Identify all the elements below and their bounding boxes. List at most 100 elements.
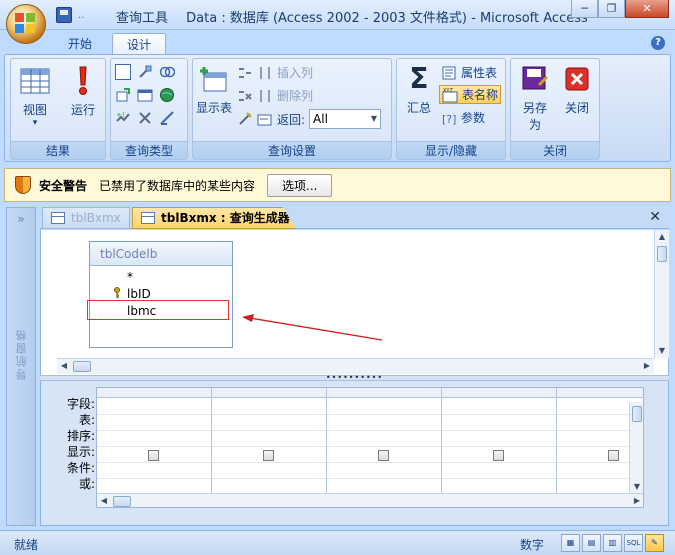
close-window-button[interactable]: ✕ xyxy=(625,0,669,18)
expand-nav-icon[interactable]: » xyxy=(7,212,35,226)
show-checkbox[interactable] xyxy=(378,450,389,461)
grid-cell-show[interactable] xyxy=(212,447,326,463)
grid-cell-criteria[interactable] xyxy=(97,463,211,479)
column-selector[interactable] xyxy=(212,388,326,398)
pivottable-view-icon[interactable]: ▤ xyxy=(582,534,601,552)
data-definition-icon[interactable] xyxy=(159,110,175,126)
sql-view-button[interactable]: SQL xyxy=(624,534,643,552)
select-query-icon[interactable] xyxy=(115,64,131,80)
grid-cell-table[interactable] xyxy=(212,415,326,431)
column-selector[interactable] xyxy=(327,388,441,398)
grid-cell-table[interactable] xyxy=(97,415,211,431)
grid-column[interactable] xyxy=(97,388,212,507)
view-dropdown-arrow[interactable]: ▾ xyxy=(15,118,55,128)
show-checkbox[interactable] xyxy=(493,450,504,461)
column-selector[interactable] xyxy=(557,388,643,398)
grid-cell-criteria[interactable] xyxy=(442,463,556,479)
minimize-button[interactable]: ─ xyxy=(571,0,598,18)
field-list-title[interactable]: tblCodelb xyxy=(90,242,232,266)
scroll-thumb[interactable] xyxy=(657,246,667,262)
grid-column[interactable] xyxy=(212,388,327,507)
delete-query-icon[interactable] xyxy=(137,110,153,126)
grid-cell-criteria[interactable] xyxy=(327,463,441,479)
grid-cell-sort[interactable] xyxy=(327,431,441,447)
grid-vertical-scrollbar[interactable]: ▲ ▼ xyxy=(629,402,643,494)
run-button[interactable]: 运行 xyxy=(63,65,103,118)
show-checkbox[interactable] xyxy=(608,450,619,461)
security-options-button[interactable]: 选项... xyxy=(267,173,333,197)
qat-customize-button[interactable]: ‥ xyxy=(78,10,85,21)
grid-cell-sort[interactable] xyxy=(212,431,326,447)
parameters-button[interactable]: [?] 参数 xyxy=(441,109,485,126)
upper-horizontal-scrollbar[interactable]: ◀ ▶ xyxy=(57,358,654,374)
field-all[interactable]: * xyxy=(127,270,133,284)
scroll-thumb[interactable] xyxy=(632,406,642,422)
help-icon[interactable]: ? xyxy=(651,36,665,50)
grid-cell-field[interactable] xyxy=(442,399,556,415)
globe-icon[interactable] xyxy=(159,87,175,103)
grid-cell-table[interactable] xyxy=(327,415,441,431)
grid-column[interactable] xyxy=(327,388,442,507)
scroll-right-arrow[interactable]: ▶ xyxy=(630,494,643,507)
scroll-right-arrow[interactable]: ▶ xyxy=(640,359,654,373)
tab-query-builder[interactable]: tblBxmx : 查询生成器 xyxy=(132,207,296,229)
totals-button[interactable]: Σ 汇总 xyxy=(401,63,437,116)
table-names-button[interactable]: XYZ 表名称 xyxy=(439,85,502,104)
scroll-left-arrow[interactable]: ◀ xyxy=(97,494,111,507)
pivotchart-view-icon[interactable]: ▥ xyxy=(603,534,622,552)
ribbon-tabs: 开始 设计 ? xyxy=(0,30,675,55)
append-query-icon[interactable] xyxy=(115,87,131,103)
pass-through-icon[interactable] xyxy=(137,87,153,103)
return-select[interactable]: All ▼ xyxy=(309,109,382,129)
design-grid[interactable]: ▲ ▼ ◀ ▶ xyxy=(96,387,644,508)
datasheet-view-icon[interactable]: ▦ xyxy=(561,534,580,552)
row-label-field: 字段: xyxy=(66,397,95,411)
field-lbid[interactable]: lbID xyxy=(127,287,151,301)
scroll-thumb[interactable] xyxy=(113,496,131,507)
grid-cell-sort[interactable] xyxy=(442,431,556,447)
upper-vertical-scrollbar[interactable]: ▲ ▼ xyxy=(654,230,669,358)
grid-column[interactable] xyxy=(442,388,557,507)
update-query-icon[interactable]: +! xyxy=(115,110,131,126)
property-sheet-button[interactable]: 属性表 xyxy=(441,64,497,81)
scroll-down-arrow[interactable]: ▼ xyxy=(630,480,643,494)
close-document-icon[interactable]: ✕ xyxy=(649,209,661,225)
grid-cell-sort[interactable] xyxy=(97,431,211,447)
grid-cell-criteria[interactable] xyxy=(212,463,326,479)
delete-column-button[interactable]: 删除列 xyxy=(237,87,313,104)
make-table-icon[interactable] xyxy=(137,64,153,80)
grid-cell-show[interactable] xyxy=(97,447,211,463)
builder-icon[interactable] xyxy=(237,111,253,127)
close-query-button[interactable]: 关闭 xyxy=(557,63,597,116)
save-icon[interactable] xyxy=(56,7,72,23)
scroll-down-arrow[interactable]: ▼ xyxy=(655,344,669,358)
show-checkbox[interactable] xyxy=(263,450,274,461)
field-list-tblcodelb[interactable]: tblCodelb xyxy=(89,241,233,348)
grid-horizontal-scrollbar[interactable]: ◀ ▶ xyxy=(97,493,643,507)
restore-button[interactable]: ❐ xyxy=(598,0,625,18)
union-query-icon[interactable] xyxy=(159,64,176,80)
scroll-up-arrow[interactable]: ▲ xyxy=(655,230,669,244)
column-selector[interactable] xyxy=(97,388,211,398)
tab-start[interactable]: 开始 xyxy=(54,33,106,55)
view-button[interactable]: 视图 ▾ xyxy=(15,65,55,128)
show-checkbox[interactable] xyxy=(148,450,159,461)
grid-cell-field[interactable] xyxy=(327,399,441,415)
grid-cell-field[interactable] xyxy=(212,399,326,415)
design-view-icon[interactable]: ✎ xyxy=(645,534,664,552)
show-table-button[interactable]: 显示表 xyxy=(195,63,233,116)
save-as-button[interactable]: 另存 为 xyxy=(515,63,555,133)
navigation-pane[interactable]: » 导航窗格 xyxy=(6,207,36,526)
grid-cell-show[interactable] xyxy=(327,447,441,463)
tab-tblbxmx[interactable]: tblBxmx xyxy=(42,207,130,229)
office-button[interactable] xyxy=(6,4,46,44)
scroll-thumb[interactable] xyxy=(73,361,91,372)
column-selector[interactable] xyxy=(442,388,556,398)
scroll-left-arrow[interactable]: ◀ xyxy=(57,359,71,373)
document-tabs: tblBxmx tblBxmx : 查询生成器 ✕ xyxy=(40,207,669,229)
grid-cell-show[interactable] xyxy=(442,447,556,463)
tab-design[interactable]: 设计 xyxy=(112,33,167,55)
insert-column-button[interactable]: 插入列 xyxy=(237,64,313,81)
grid-cell-field[interactable] xyxy=(97,399,211,415)
grid-cell-table[interactable] xyxy=(442,415,556,431)
